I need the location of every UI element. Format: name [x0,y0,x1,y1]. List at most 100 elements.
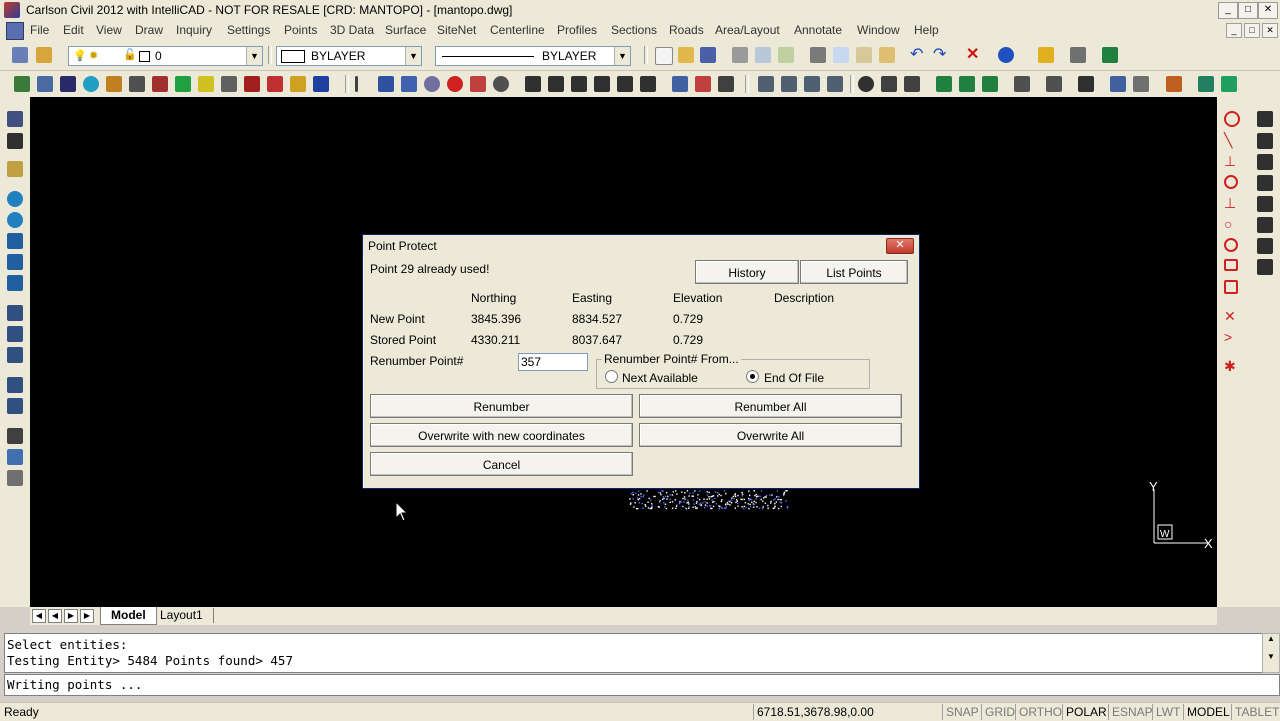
tool-icon[interactable] [1257,238,1273,254]
menu-file[interactable]: File [30,23,49,37]
exit-icon[interactable] [1102,47,1118,63]
status-polar[interactable]: POLAR [1062,704,1110,720]
tool-icon[interactable] [401,76,417,92]
doc-close-button[interactable]: ✕ [1262,23,1278,38]
tool-icon[interactable] [378,76,394,92]
tool-icon[interactable] [470,76,486,92]
tool-icon[interactable] [424,76,440,92]
tool-icon[interactable] [781,76,797,92]
tool-icon[interactable] [1257,111,1273,127]
end-of-file-radio[interactable] [746,370,759,383]
close-button[interactable]: ✕ [1258,2,1278,19]
chevron-down-icon[interactable]: ▼ [405,47,421,65]
pencil-icon[interactable] [1038,47,1054,63]
overwrite-all-button[interactable]: Overwrite All [639,423,902,447]
tool-icon[interactable] [7,377,23,393]
spellcheck-icon[interactable] [778,47,794,63]
menu-3d-data[interactable]: 3D Data [330,23,374,37]
menu-view[interactable]: View [96,23,122,37]
tool-icon[interactable] [1133,76,1149,92]
tool-icon[interactable] [1224,280,1238,294]
layer-select[interactable]: 💡 ✹ 🔓 0 ▼ [68,46,263,66]
menu-settings[interactable]: Settings [227,23,270,37]
paste-icon[interactable] [856,47,872,63]
tool-icon[interactable] [355,76,358,92]
menu-edit[interactable]: Edit [63,23,84,37]
tool-icon[interactable] [758,76,774,92]
zoom-in-icon[interactable] [7,191,23,207]
line-icon[interactable]: ╲ [1224,133,1240,149]
print-icon[interactable] [732,47,748,63]
tool-icon[interactable]: ✕ [1224,309,1240,325]
document-icon[interactable] [6,22,24,40]
renumber-point-input[interactable] [518,353,588,371]
open-folder-icon[interactable] [678,47,694,63]
menu-sections[interactable]: Sections [611,23,657,37]
tool-icon[interactable] [617,76,633,92]
chevron-down-icon[interactable]: ▼ [614,47,630,65]
status-lwt[interactable]: LWT [1152,704,1183,720]
pan-icon[interactable] [7,254,23,270]
tool-icon[interactable] [198,76,214,92]
tool-icon[interactable] [7,398,23,414]
tool-icon[interactable]: ✱ [1224,359,1240,375]
tool-icon[interactable] [7,470,23,486]
tool-icon[interactable] [904,76,920,92]
tool-icon[interactable] [1166,76,1182,92]
dialog-close-button[interactable]: ✕ [886,238,914,254]
tool-icon[interactable] [718,76,734,92]
print-preview-icon[interactable] [755,47,771,63]
tool-icon[interactable] [1110,76,1126,92]
renumber-all-button[interactable]: Renumber All [639,394,902,418]
tool-icon[interactable] [7,428,23,444]
tab-next-button[interactable]: ▶ [64,609,78,623]
doc-restore-button[interactable]: □ [1244,23,1260,38]
redo-icon[interactable]: ↷ [933,47,949,63]
tool-icon[interactable] [1257,259,1273,275]
minimize-button[interactable]: _ [1218,2,1238,19]
tool-icon[interactable] [60,76,76,92]
tool-icon[interactable] [1224,238,1238,252]
tab-layout1[interactable]: Layout1 [150,608,214,623]
help-icon[interactable] [998,47,1014,63]
tool-icon[interactable] [1257,217,1273,233]
tool-icon[interactable] [1014,76,1030,92]
menu-roads[interactable]: Roads [669,23,704,37]
tool-icon[interactable] [7,449,23,465]
status-grid[interactable]: GRID [981,704,1018,720]
overwrite-button[interactable]: Overwrite with new coordinates [370,423,633,447]
tool-icon[interactable] [1078,76,1094,92]
tool-icon[interactable] [14,76,30,92]
undo-icon[interactable]: ↶ [910,47,926,63]
renumber-button[interactable]: Renumber [370,394,633,418]
tool-icon[interactable] [83,76,99,92]
command-input[interactable]: Writing points ... [4,674,1280,696]
tool-icon[interactable] [7,347,23,363]
tool-icon[interactable]: ⊥ [1224,154,1240,170]
tool-icon[interactable] [7,326,23,342]
list-points-button[interactable]: List Points [800,260,908,284]
tool-icon[interactable] [959,76,975,92]
doc-minimize-button[interactable]: _ [1226,23,1242,38]
status-model[interactable]: MODEL [1183,704,1233,720]
menu-profiles[interactable]: Profiles [557,23,597,37]
menu-draw[interactable]: Draw [135,23,163,37]
toolbox-icon[interactable] [1070,47,1086,63]
menu-centerline[interactable]: Centerline [490,23,545,37]
zoom-window-icon[interactable] [7,233,23,249]
tool-icon[interactable] [982,76,998,92]
tool-icon[interactable] [858,76,874,92]
new-file-icon[interactable] [655,47,673,65]
tool-icon[interactable] [1224,259,1238,271]
cut-icon[interactable] [810,47,826,63]
tool-icon[interactable] [37,76,53,92]
save-icon[interactable] [700,47,716,63]
zoom-out-icon[interactable] [7,212,23,228]
tool-icon[interactable] [571,76,587,92]
tool-icon[interactable] [221,76,237,92]
tab-first-button[interactable]: ◀ [32,609,46,623]
menu-sitenet[interactable]: SiteNet [437,23,476,37]
tool-icon[interactable]: > [1224,330,1240,346]
cancel-button[interactable]: Cancel [370,452,633,476]
tool-icon[interactable] [7,161,23,177]
